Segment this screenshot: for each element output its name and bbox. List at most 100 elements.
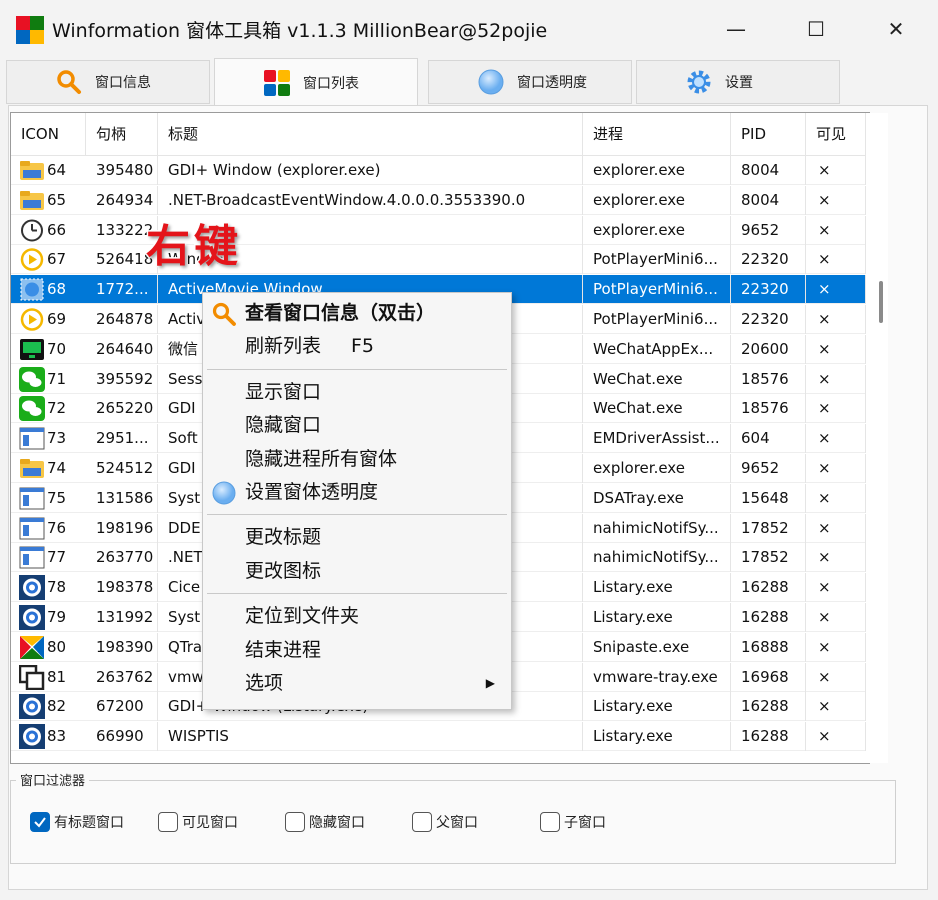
play-icon: [19, 247, 45, 272]
filter-child-checkbox[interactable]: 子窗口: [540, 810, 606, 834]
tab-bar: 窗口信息 窗口列表 窗口透明度 设置: [6, 58, 932, 106]
cell-process: Snipaste.exe: [583, 632, 731, 662]
blue-circle-icon: [477, 68, 505, 96]
cell-pid: 17852: [731, 513, 806, 543]
maximize-button[interactable]: ☐: [796, 12, 836, 46]
tab-label: 窗口透明度: [517, 75, 587, 91]
wechat-icon: [19, 396, 45, 422]
checkbox-box[interactable]: [30, 812, 50, 832]
cell-pid: 8004: [731, 185, 806, 215]
cell-pid: 9652: [731, 454, 806, 483]
scrollbar-thumb[interactable]: [879, 281, 883, 323]
cell-visible: ×: [806, 603, 866, 632]
menu-item[interactable]: 隐藏窗口: [203, 409, 511, 441]
cell-number: 67: [47, 250, 67, 269]
menu-item[interactable]: 结束进程: [203, 634, 511, 666]
checkbox-box[interactable]: [540, 812, 560, 832]
menu-item-label: 设置窗体透明度: [245, 481, 379, 503]
target-icon: [19, 575, 45, 601]
filter-titled-checkbox[interactable]: 有标题窗口: [30, 810, 124, 834]
app-icon: [16, 16, 44, 44]
cell-number: 70: [47, 339, 67, 358]
header-pid[interactable]: PID: [731, 113, 806, 155]
checkbox-box[interactable]: [285, 812, 305, 832]
table-row[interactable]: 66 133222 explorer.exe 9652 ×: [11, 215, 866, 245]
cell-number: 66: [47, 220, 67, 239]
menu-item[interactable]: 查看窗口信息（双击）: [203, 297, 511, 329]
submenu-arrow-icon: ▶: [485, 676, 495, 690]
cell-pid: 22320: [731, 245, 806, 275]
tab-window-list[interactable]: 窗口列表: [214, 58, 418, 106]
menu-item[interactable]: 更改标题: [203, 521, 511, 553]
menu-item-label: 显示窗口: [245, 380, 322, 403]
target-icon: [19, 724, 45, 750]
checkbox-box[interactable]: [158, 812, 178, 832]
cell-visible: ×: [806, 573, 866, 603]
cell-process: explorer.exe: [583, 454, 731, 483]
menu-item[interactable]: 刷新列表 F5: [203, 330, 511, 362]
menu-item[interactable]: 定位到文件夹: [203, 600, 511, 632]
cell-pid: 16888: [731, 632, 806, 662]
cell-handle: 263770: [86, 543, 158, 573]
menu-item[interactable]: 隐藏进程所有窗体: [203, 443, 511, 475]
menu-item[interactable]: 显示窗口: [203, 376, 511, 408]
cell-title: GDI+ Window (explorer.exe): [158, 156, 583, 185]
header-title[interactable]: 标题: [158, 113, 583, 155]
filter-hidden-checkbox[interactable]: 隐藏窗口: [285, 810, 365, 834]
cell-number: 75: [47, 488, 67, 507]
target-icon: [19, 694, 45, 720]
cell-process: WeChat.exe: [583, 364, 731, 394]
cell-visible: ×: [806, 424, 866, 454]
menu-item[interactable]: 更改图标: [203, 555, 511, 587]
cell-handle: 264640: [86, 334, 158, 364]
cell-number: 76: [47, 518, 67, 537]
cell-pid: 16288: [731, 722, 806, 752]
window-icon: [19, 486, 45, 511]
cell-handle: 67200: [86, 692, 158, 722]
window-icon: [19, 516, 45, 541]
menu-item-label: 隐藏进程所有窗体: [245, 447, 398, 470]
vertical-scrollbar[interactable]: [866, 113, 888, 763]
gear-icon: [685, 68, 713, 96]
target-icon: [19, 605, 45, 630]
cell-number: 78: [47, 578, 67, 597]
menu-item[interactable]: 设置窗体透明度: [203, 476, 511, 508]
tab-window-info[interactable]: 窗口信息: [6, 60, 210, 104]
magnifier-icon: [211, 301, 237, 327]
menu-item[interactable]: 选项 ▶: [203, 667, 511, 699]
cell-number: 77: [47, 548, 67, 567]
checkbox-box[interactable]: [412, 812, 432, 832]
tab-settings[interactable]: 设置: [636, 60, 840, 104]
snipaste-icon: [19, 635, 45, 660]
cell-visible: ×: [806, 334, 866, 364]
tab-label: 设置: [725, 75, 753, 91]
cell-number: 80: [47, 637, 67, 656]
menu-item-label: 结束进程: [245, 638, 322, 661]
close-button[interactable]: ✕: [876, 12, 916, 46]
cell-process: Listary.exe: [583, 573, 731, 603]
tab-transparency[interactable]: 窗口透明度: [428, 60, 632, 104]
filter-parent-checkbox[interactable]: 父窗口: [412, 810, 478, 834]
checkbox-label: 隐藏窗口: [309, 815, 365, 831]
cell-number: 72: [47, 399, 67, 418]
context-menu: 查看窗口信息（双击） 刷新列表 F5 显示窗口 隐藏窗口 隐藏进程所有窗体 设置窗体透明度更…: [202, 292, 512, 710]
filter-visible-checkbox[interactable]: 可见窗口: [158, 810, 238, 834]
header-visible[interactable]: 可见: [806, 113, 866, 155]
table-row[interactable]: 65 264934 .NET-BroadcastEventWindow.4.0.0.…: [11, 185, 866, 215]
header-handle[interactable]: 句柄: [86, 113, 158, 155]
cell-visible: ×: [806, 543, 866, 573]
table-row[interactable]: 64 395480 GDI+ Window (explorer.exe) explor…: [11, 156, 866, 185]
table-header: ICON 句柄 标题 进程 PID 可见: [11, 113, 869, 156]
cell-handle: 395592: [86, 364, 158, 394]
minimize-button[interactable]: —: [716, 12, 756, 46]
table-row[interactable]: 67 526418 Window PotPlayerMini6... 22320 ×: [11, 245, 866, 275]
table-row[interactable]: 83 66990 WISPTIS Listary.exe 16288 ×: [11, 722, 866, 752]
cell-pid: 8004: [731, 156, 806, 185]
cell-handle: 66990: [86, 722, 158, 752]
cell-visible: ×: [806, 662, 866, 692]
menu-item-label: 更改标题: [245, 526, 322, 549]
header-icon[interactable]: ICON: [11, 113, 86, 155]
cell-process: Listary.exe: [583, 722, 731, 752]
checkbox-label: 父窗口: [436, 815, 478, 831]
header-process[interactable]: 进程: [583, 113, 731, 155]
